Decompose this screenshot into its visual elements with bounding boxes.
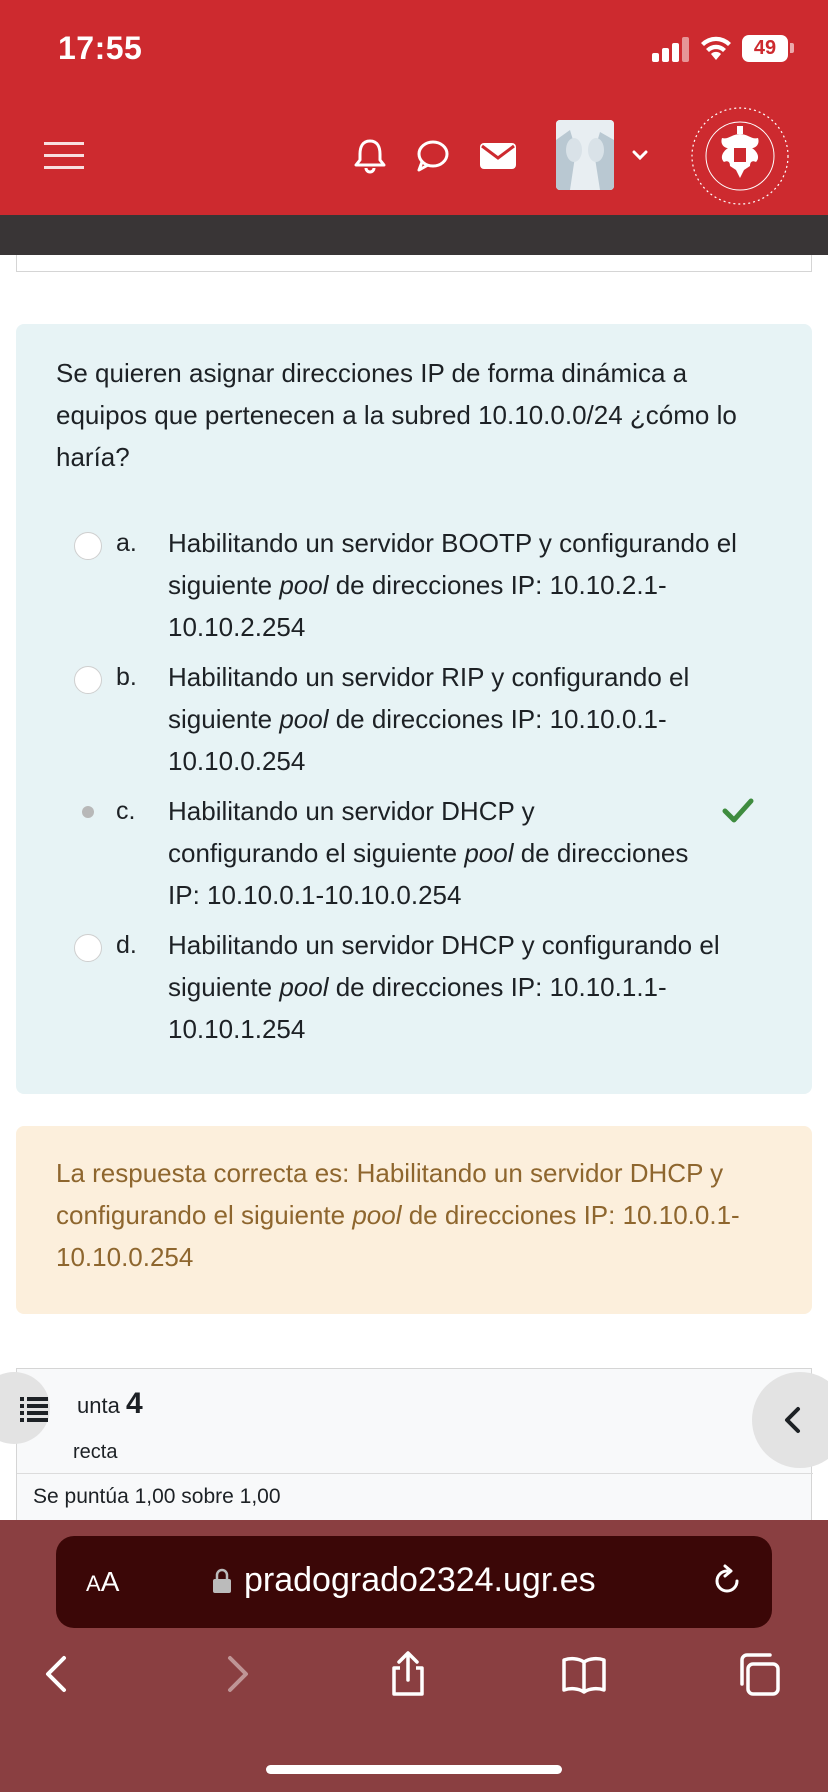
previous-question-box (16, 255, 812, 272)
option-text-line: 10.10.2.254 (168, 612, 306, 642)
menu-icon[interactable] (44, 140, 84, 172)
app-header: 17:55 49 (0, 0, 828, 215)
correct-answer-feedback: La respuesta correcta es: Habilitando un… (16, 1126, 812, 1314)
bookmarks-icon[interactable] (560, 1650, 608, 1698)
cellular-signal-icon (652, 36, 690, 62)
mail-icon[interactable] (478, 138, 518, 174)
option-letter: b. (116, 663, 137, 691)
question-status: recta (73, 1441, 118, 1463)
tabs-icon[interactable] (736, 1650, 784, 1698)
option-text-line: IP: 10.10.0.1-10.10.0.254 (168, 880, 462, 910)
chat-icon[interactable] (412, 138, 452, 174)
share-icon[interactable] (384, 1650, 432, 1698)
feedback-line: configurando el siguiente pool de direcc… (56, 1200, 740, 1230)
secondary-nav-bar (0, 215, 828, 255)
list-icon (20, 1397, 48, 1422)
home-indicator (266, 1765, 562, 1774)
reload-icon[interactable] (710, 1564, 744, 1598)
option-letter: c. (116, 797, 136, 825)
question-number-title: unta 4 (77, 1387, 143, 1420)
question-info-block: unta 4 recta Se puntúa 1,00 sobre 1,00 (16, 1368, 813, 1522)
battery-tip (790, 43, 794, 53)
divider (17, 1473, 813, 1474)
option-text-line: Habilitando un servidor DHCP y configura… (168, 930, 720, 960)
bell-icon[interactable] (350, 138, 390, 174)
back-arrow-icon[interactable] (34, 1650, 82, 1698)
option-text-line: siguiente pool de direcciones IP: 10.10.… (168, 972, 667, 1002)
radio-button-selected[interactable] (74, 798, 102, 826)
feedback-line: La respuesta correcta es: Habilitando un… (56, 1158, 724, 1188)
option-letter: a. (116, 529, 137, 557)
option-text-line: siguiente pool de direcciones IP: 10.10.… (168, 704, 667, 734)
option-letter: d. (116, 931, 137, 959)
wifi-icon (701, 36, 731, 60)
question-card: Se quieren asignar direcciones IP de for… (16, 324, 812, 1094)
option-text-line: configurando el siguiente pool de direcc… (168, 838, 689, 868)
radio-button[interactable] (74, 934, 102, 962)
forward-arrow-icon[interactable] (212, 1650, 260, 1698)
feedback-line: 10.10.0.254 (56, 1242, 194, 1272)
battery-indicator: 49 (742, 35, 788, 62)
radio-button[interactable] (74, 532, 102, 560)
url-text[interactable]: pradogrado2324.ugr.es (244, 1561, 596, 1600)
avatar[interactable] (556, 120, 614, 190)
reader-settings-button[interactable]: AA (86, 1566, 119, 1598)
option-text-line: 10.10.1.254 (168, 1014, 306, 1044)
option-text-line: Habilitando un servidor BOOTP y configur… (168, 528, 737, 558)
radio-button[interactable] (74, 666, 102, 694)
chevron-down-icon[interactable] (630, 145, 650, 165)
option-text-line: Habilitando un servidor RIP y configuran… (168, 662, 690, 692)
question-grade: Se puntúa 1,00 sobre 1,00 (33, 1485, 281, 1508)
option-text-line: siguiente pool de direcciones IP: 10.10.… (168, 570, 667, 600)
correct-check-icon (722, 798, 754, 823)
option-text-line: 10.10.0.254 (168, 746, 306, 776)
chevron-left-icon (785, 1407, 800, 1433)
option-text-line: Habilitando un servidor DHCP y (168, 796, 535, 826)
lock-icon (213, 1568, 231, 1593)
university-logo (691, 107, 789, 205)
feedback-text: La respuesta correcta es: Habilitando un… (56, 1152, 784, 1278)
address-bar[interactable]: AA pradogrado2324.ugr.es (56, 1536, 772, 1628)
question-text: Se quieren asignar direcciones IP de for… (56, 358, 737, 472)
status-time: 17:55 (58, 30, 143, 66)
